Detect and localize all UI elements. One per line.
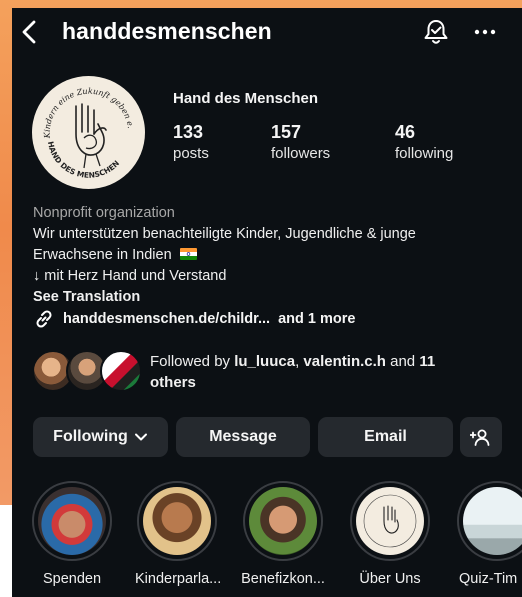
highlight-cover-4: [356, 487, 424, 555]
profile-username: handdesmenschen: [62, 18, 272, 44]
highlight-label: Kinderparla...: [135, 571, 222, 587]
highlight-kinderparla[interactable]: Kinderparla...: [135, 481, 222, 587]
highlight-cover-3: [249, 487, 317, 555]
suggested-people-button[interactable]: [460, 417, 502, 457]
hand-logo-icon: [363, 494, 417, 548]
mutual-followers-avatars[interactable]: [32, 350, 144, 394]
followed-by-others: others: [150, 374, 196, 391]
stat-following-label: following: [395, 145, 454, 162]
highlight-ring: [243, 481, 323, 561]
bio-link[interactable]: handdesmenschen.de/childr...: [63, 309, 270, 330]
bio-link-more[interactable]: and 1 more: [278, 309, 355, 330]
bio: Nonprofit organization Wir unterstützen …: [33, 203, 513, 330]
link-icon: [36, 310, 52, 328]
highlight-ueber-uns[interactable]: Über Uns: [348, 481, 432, 587]
message-button[interactable]: Message: [176, 417, 310, 457]
highlight-ring: [350, 481, 430, 561]
add-person-icon: [470, 429, 490, 446]
followed-by-user-2[interactable]: valentin.c.h: [303, 353, 386, 370]
chevron-left-icon[interactable]: [18, 18, 42, 46]
highlight-ring: [457, 481, 522, 561]
stat-following-count: 46: [395, 122, 416, 142]
see-translation-link[interactable]: See Translation: [33, 287, 513, 308]
highlight-spenden[interactable]: Spenden: [30, 481, 114, 587]
stat-following[interactable]: 46 following: [395, 122, 453, 162]
hand-logo-icon: Kindern eine Zukunft geben e.V. HAND DES…: [32, 76, 145, 189]
stat-posts-count: 133: [173, 122, 204, 142]
stat-followers-label: followers: [271, 145, 331, 162]
highlight-label: Quiz-Tim: [459, 571, 518, 587]
highlight-cover-5: [463, 487, 522, 555]
display-name: Hand des Menschen: [173, 90, 319, 107]
profile-screen: handdesmenschen Kindern eine Zukunft geb…: [12, 8, 522, 597]
mutual-avatar-3: [100, 350, 142, 392]
highlight-label: Spenden: [42, 571, 102, 587]
followed-by-and: and: [385, 353, 420, 370]
stat-posts[interactable]: 133 posts: [173, 122, 209, 162]
highlight-quiz[interactable]: Quiz-Tim: [455, 481, 522, 587]
highlight-benefizkon[interactable]: Benefizkon...: [241, 481, 325, 587]
bio-category: Nonprofit organization: [33, 205, 175, 221]
chevron-down-icon: [134, 433, 147, 441]
avatar[interactable]: Kindern eine Zukunft geben e.V. HAND DES…: [32, 76, 145, 189]
email-button-label: Email: [364, 428, 407, 445]
followed-by-count: 11: [419, 353, 436, 370]
stat-followers-count: 157: [271, 122, 302, 142]
followed-by-user-1[interactable]: lu_luuca: [234, 353, 295, 370]
bell-icon[interactable]: [422, 18, 450, 46]
highlight-ring: [137, 481, 217, 561]
highlight-ring: [32, 481, 112, 561]
highlight-label: Benefizkon...: [241, 571, 325, 587]
followed-by-prefix: Followed by: [150, 353, 235, 370]
bio-line-1: Wir unterstützen benachteiligte Kinder, …: [33, 226, 416, 242]
bio-line-2: Erwachsene in Indien: [33, 247, 172, 263]
following-button[interactable]: Following: [33, 417, 168, 457]
bio-line-2-row: Erwachsene in Indien: [33, 245, 513, 266]
bio-line-3: ↓ mit Herz Hand und Verstand: [33, 268, 227, 284]
stat-posts-label: posts: [173, 145, 209, 162]
stat-followers[interactable]: 157 followers: [271, 122, 330, 162]
followed-by-text[interactable]: Followed by lu_luuca, valentin.c.h and 1…: [150, 351, 510, 393]
email-button[interactable]: Email: [318, 417, 453, 457]
highlight-cover-2: [143, 487, 211, 555]
highlight-cover-1: [38, 487, 106, 555]
more-icon[interactable]: [470, 18, 500, 46]
following-button-label: Following: [53, 428, 128, 445]
india-flag-icon: [179, 248, 197, 260]
message-button-label: Message: [209, 428, 277, 445]
bio-link-row[interactable]: handdesmenschen.de/childr... and 1 more: [33, 308, 513, 330]
highlight-label: Über Uns: [359, 571, 421, 587]
